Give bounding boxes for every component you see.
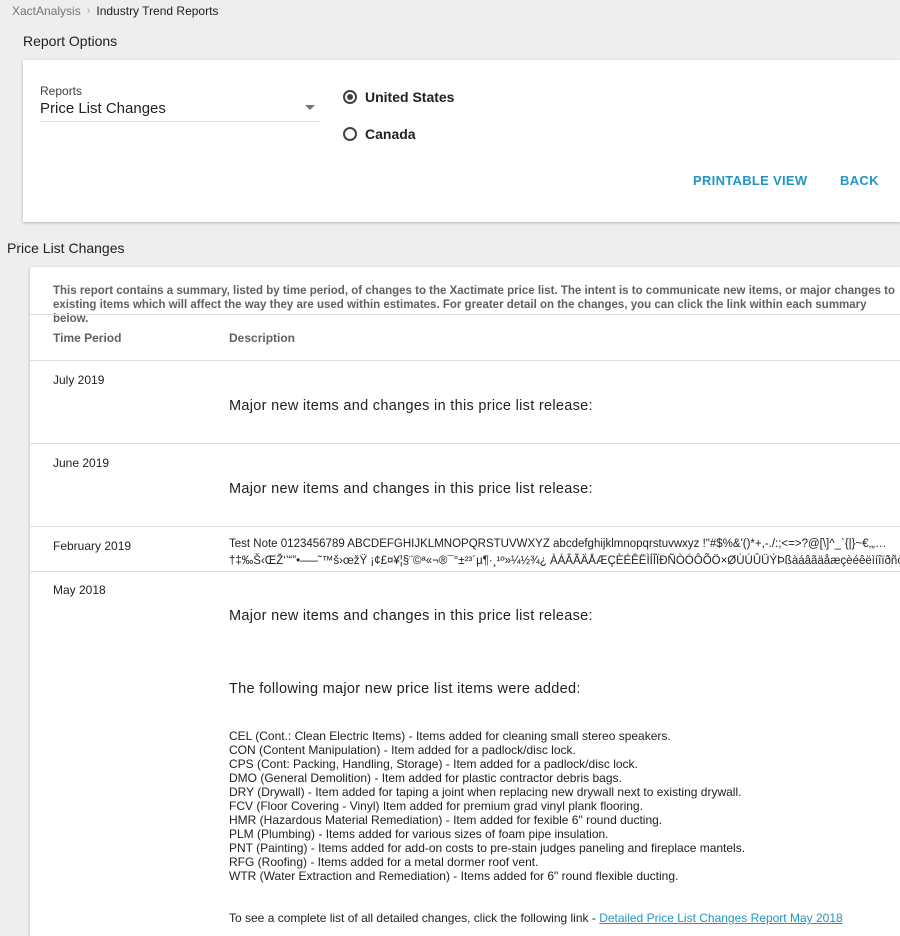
- report-intro-line: existing items which will affect the way…: [53, 299, 867, 325]
- list-item: PNT (Painting) - Items added for add-on …: [229, 841, 746, 855]
- description-subheading: The following major new price list items…: [229, 681, 581, 697]
- description-heading: Major new items and changes in this pric…: [229, 398, 593, 414]
- list-item: CON (Content Manipulation) - Item added …: [229, 743, 576, 757]
- report-title: Price List Changes: [7, 240, 125, 256]
- report-intro: This report contains a summary, listed b…: [53, 284, 900, 326]
- divider: [30, 443, 900, 444]
- reports-select[interactable]: Price List Changes: [40, 100, 166, 117]
- description-heading: Major new items and changes in this pric…: [229, 481, 593, 497]
- report-card: This report contains a summary, listed b…: [30, 267, 900, 936]
- test-note-line: †‡‰Š‹ŒŽ‘’“”•–—˜™š›œžŸ ¡¢£¤¥¦§¨©ª«¬®¯°±²³…: [229, 555, 900, 567]
- time-period-cell: May 2018: [53, 583, 106, 597]
- list-item: WTR (Water Extraction and Remediation) -…: [229, 869, 679, 883]
- list-item: HMR (Hazardous Material Remediation) - I…: [229, 813, 663, 827]
- divider: [30, 526, 900, 527]
- breadcrumb-root-link[interactable]: XactAnalysis: [12, 4, 81, 18]
- time-period-cell: July 2019: [53, 373, 105, 387]
- report-intro-line: This report contains a summary, listed b…: [53, 285, 896, 297]
- list-item: RFG (Roofing) - Items added for a metal …: [229, 855, 539, 869]
- column-header-description: Description: [229, 331, 296, 345]
- radio-united-states-label[interactable]: United States: [365, 89, 454, 105]
- column-header-time-period: Time Period: [53, 331, 122, 345]
- select-underline: [40, 121, 320, 122]
- radio-unchecked-icon[interactable]: [343, 127, 357, 141]
- reports-select-label: Reports: [40, 84, 83, 98]
- divider: [30, 571, 900, 572]
- report-options-card: Reports Price List Changes United States…: [23, 60, 900, 222]
- report-options-title: Report Options: [23, 33, 118, 49]
- list-item: CEL (Cont.: Clean Electric Items) - Item…: [229, 729, 671, 743]
- test-note-line: Test Note 0123456789 ABCDEFGHIJKLMNOPQRS…: [229, 538, 887, 550]
- radio-checked-icon[interactable]: [343, 90, 357, 104]
- link-prefix-text: To see a complete list of all detailed c…: [229, 911, 600, 925]
- time-period-cell: June 2019: [53, 456, 110, 470]
- breadcrumb-current: Industry Trend Reports: [96, 4, 219, 18]
- radio-canada[interactable]: Canada: [343, 126, 416, 142]
- chevron-right-icon: ›: [86, 5, 91, 17]
- list-item: CPS (Cont: Packing, Handling, Storage) -…: [229, 757, 638, 771]
- list-item: PLM (Plumbing) - Items added for various…: [229, 827, 609, 841]
- detailed-report-line: To see a complete list of all detailed c…: [229, 911, 843, 925]
- added-items-list: CEL (Cont.: Clean Electric Items) - Item…: [229, 729, 745, 883]
- list-item: FCV (Floor Covering - Vinyl) Item added …: [229, 799, 643, 813]
- breadcrumb: XactAnalysis › Industry Trend Reports: [12, 4, 218, 18]
- list-item: DMO (General Demolition) - Item added fo…: [229, 771, 622, 785]
- description-heading: Major new items and changes in this pric…: [229, 608, 593, 624]
- detailed-report-link[interactable]: Detailed Price List Changes Report May 2…: [599, 911, 842, 925]
- divider: [30, 360, 900, 361]
- radio-canada-label[interactable]: Canada: [365, 126, 416, 142]
- printable-view-button[interactable]: PRINTABLE VIEW: [693, 173, 807, 188]
- dropdown-arrow-icon[interactable]: [305, 105, 315, 110]
- time-period-cell: February 2019: [53, 539, 132, 553]
- radio-united-states[interactable]: United States: [343, 89, 454, 105]
- back-button[interactable]: BACK: [840, 173, 879, 188]
- list-item: DRY (Drywall) - Item added for taping a …: [229, 785, 742, 799]
- divider: [30, 314, 900, 315]
